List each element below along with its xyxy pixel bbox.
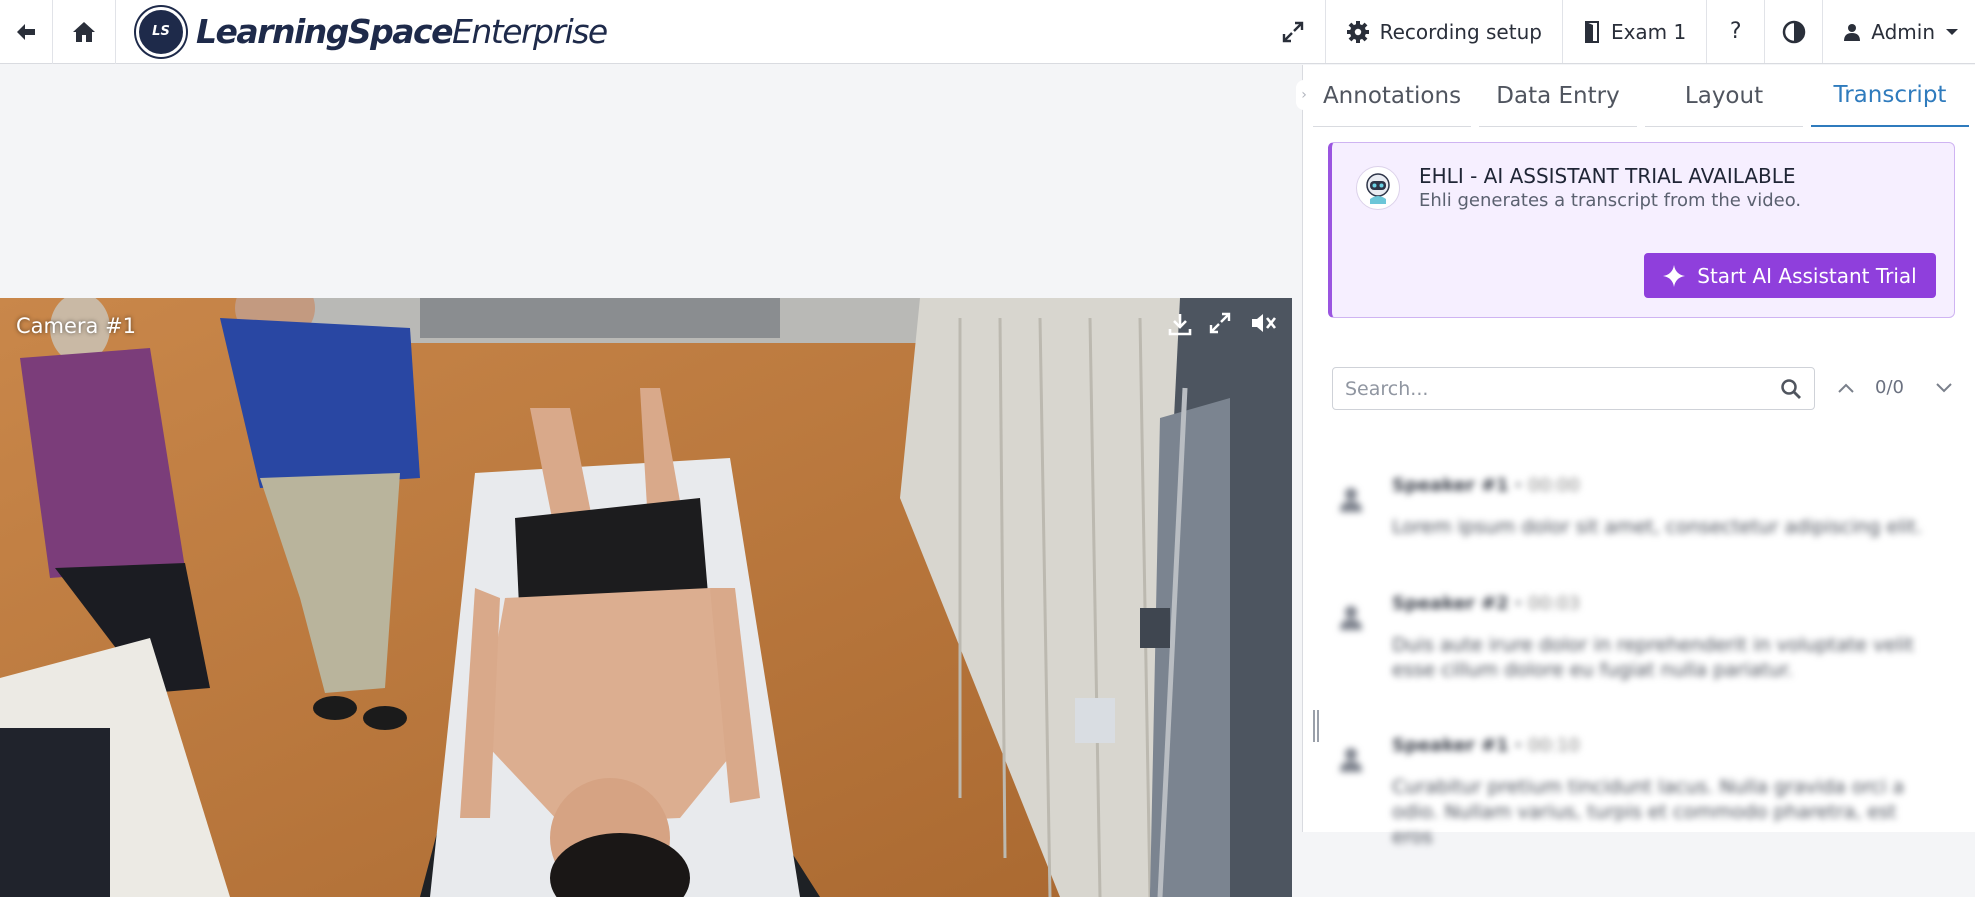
transcript-text: Duis aute irure dolor in reprehenderit i… bbox=[1392, 634, 1914, 681]
speaker-name: Speaker #1 · 00:00 bbox=[1392, 475, 1580, 496]
speaker-avatar-icon bbox=[1340, 748, 1362, 772]
home-button[interactable] bbox=[53, 0, 116, 64]
side-panel: Annotations Data Entry Layout Transcript… bbox=[1303, 65, 1975, 848]
download-button[interactable] bbox=[1168, 312, 1202, 346]
speaker-avatar-icon bbox=[1340, 488, 1362, 512]
tab-annotations[interactable]: Annotations bbox=[1313, 65, 1471, 127]
previous-match-button[interactable] bbox=[1833, 373, 1859, 403]
ai-card-subtitle: Ehli generates a transcript from the vid… bbox=[1419, 190, 1802, 211]
speaker-name-text: Speaker #1 bbox=[1392, 735, 1509, 756]
volume-mute-icon bbox=[1252, 314, 1277, 332]
home-icon bbox=[73, 22, 95, 42]
logo-text: LearningSpaceEnterprise bbox=[196, 12, 608, 51]
help-icon: ? bbox=[1729, 19, 1742, 44]
sparkle-icon bbox=[1663, 264, 1686, 287]
search-input[interactable] bbox=[1333, 368, 1773, 409]
video-frame bbox=[0, 298, 1292, 897]
list-item: Speaker #2 · 00:03 Duis aute irure dolor… bbox=[1327, 583, 1947, 725]
user-icon bbox=[1844, 23, 1861, 41]
fullscreen-button[interactable] bbox=[1261, 0, 1325, 63]
ai-assistant-card: EHLI - AI ASSISTANT TRIAL AVAILABLE Ehli… bbox=[1328, 142, 1955, 318]
logo-light-text: Enterprise bbox=[451, 12, 608, 51]
recording-setup-button[interactable]: Recording setup bbox=[1324, 0, 1562, 63]
chevron-down-icon bbox=[1936, 383, 1952, 393]
panel-resize-handle[interactable] bbox=[1313, 710, 1319, 742]
video-area: Camera #1 bbox=[0, 65, 1302, 897]
match-counter: 0/0 bbox=[1875, 377, 1904, 398]
start-ai-trial-label: Start AI Assistant Trial bbox=[1697, 263, 1917, 288]
exam-room-button[interactable]: Exam 1 bbox=[1561, 0, 1706, 63]
help-button[interactable]: ? bbox=[1706, 0, 1764, 63]
panel-tabs: Annotations Data Entry Layout Transcript bbox=[1313, 65, 1973, 127]
speaker-avatar-icon bbox=[1340, 606, 1362, 630]
speaker-name: Speaker #1 · 00:10 bbox=[1392, 735, 1580, 756]
tab-transcript[interactable]: Transcript bbox=[1811, 65, 1969, 127]
app-logo[interactable]: LS LearningSpaceEnterprise bbox=[116, 0, 608, 63]
transcript-search bbox=[1332, 367, 1815, 410]
camera-label: Camera #1 bbox=[16, 314, 137, 338]
download-icon bbox=[1168, 314, 1192, 336]
user-name: Admin bbox=[1871, 19, 1935, 44]
exam-room-label: Exam 1 bbox=[1610, 19, 1687, 44]
speaker-name-text: Speaker #1 bbox=[1392, 475, 1509, 496]
mute-button[interactable] bbox=[1251, 312, 1285, 346]
video-fullscreen-button[interactable] bbox=[1209, 312, 1243, 346]
logo-bold-text: LearningSpace bbox=[196, 12, 453, 51]
speaker-name-text: Speaker #2 bbox=[1392, 593, 1509, 614]
speaker-name: Speaker #2 · 00:03 bbox=[1392, 593, 1580, 614]
caret-down-icon bbox=[1946, 28, 1958, 35]
gear-icon bbox=[1346, 20, 1369, 43]
expand-icon bbox=[1282, 21, 1303, 42]
camera-video[interactable]: Camera #1 bbox=[0, 298, 1292, 897]
transcript-text: Curabitur pretium tincidunt lacus. Nulla… bbox=[1392, 776, 1905, 848]
recording-setup-label: Recording setup bbox=[1379, 19, 1542, 44]
back-button[interactable] bbox=[0, 0, 53, 64]
start-ai-trial-button[interactable]: Start AI Assistant Trial bbox=[1644, 253, 1936, 298]
timestamp: 00:03 bbox=[1528, 593, 1580, 614]
user-menu[interactable]: Admin bbox=[1822, 0, 1975, 63]
timestamp: 00:10 bbox=[1528, 735, 1580, 756]
timestamp: 00:00 bbox=[1528, 475, 1580, 496]
search-icon[interactable] bbox=[1780, 378, 1802, 400]
logo-badge: LS bbox=[136, 6, 186, 57]
contrast-toggle-button[interactable] bbox=[1764, 0, 1822, 63]
list-item: Speaker #1 · 00:10 Curabitur pretium tin… bbox=[1327, 725, 1947, 848]
transcript-list: Speaker #1 · 00:00 Lorem ipsum dolor sit… bbox=[1327, 465, 1947, 848]
robot-icon bbox=[1356, 166, 1400, 210]
list-item: Speaker #1 · 00:00 Lorem ipsum dolor sit… bbox=[1327, 465, 1947, 583]
collapse-panel-button[interactable]: › bbox=[1296, 80, 1312, 110]
transcript-text: Lorem ipsum dolor sit amet, consectetur … bbox=[1392, 516, 1923, 538]
expand-icon bbox=[1209, 312, 1231, 334]
tab-data-entry[interactable]: Data Entry bbox=[1479, 65, 1637, 127]
chevron-up-icon bbox=[1838, 383, 1854, 393]
chevron-right-icon: › bbox=[1301, 87, 1307, 103]
ai-card-title: EHLI - AI ASSISTANT TRIAL AVAILABLE bbox=[1419, 164, 1796, 188]
next-match-button[interactable] bbox=[1931, 373, 1957, 403]
tab-layout[interactable]: Layout bbox=[1645, 65, 1803, 127]
door-icon bbox=[1584, 20, 1599, 43]
back-arrow-icon bbox=[17, 24, 35, 40]
top-toolbar: LS LearningSpaceEnterprise Recording set… bbox=[0, 0, 1975, 64]
contrast-icon bbox=[1782, 20, 1805, 43]
